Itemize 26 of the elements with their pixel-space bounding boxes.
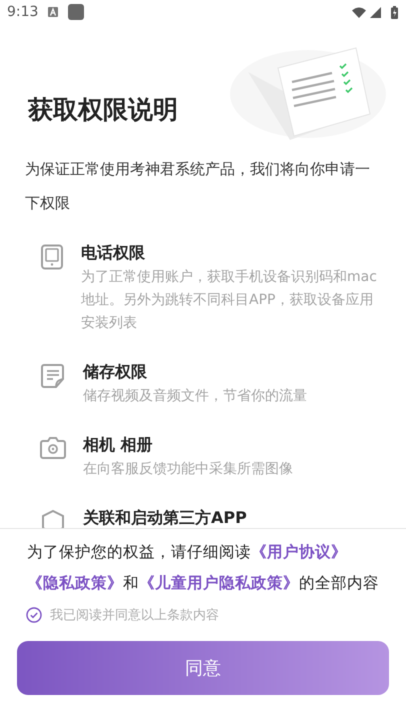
permission-title: 关联和启动第三方APP (83, 507, 247, 528)
signal-icon (370, 6, 381, 18)
keyboard-a-icon (48, 7, 58, 17)
link[interactable]: 《儿童用户隐私政策》 (139, 574, 299, 592)
tablet-icon (40, 244, 64, 270)
permission-title: 相机 相册 (83, 434, 154, 456)
checkbox[interactable] (26, 607, 42, 623)
agree-button[interactable]: 同意 (17, 641, 389, 695)
cube-icon (40, 509, 66, 528)
permission-title: 电话权限 (81, 242, 146, 264)
wifi-icon (352, 6, 366, 18)
page-title: 获取权限说明 (28, 94, 178, 126)
intro-text: 为保证正常使用考神君系统产品，我们将向你申请一下权限 (25, 159, 371, 214)
status-time: 9:13 (7, 4, 38, 20)
link[interactable]: 《隐私政策》 (27, 574, 123, 592)
consent-label: 我已阅读并同意以上条款内容 (50, 607, 219, 624)
app-square-icon (68, 4, 84, 20)
permission-description: 为了正常使用账户，获取手机设备识别码和mac地址。另外为跳转不同科目APP，获取设备应用安装列表 (81, 268, 378, 333)
link[interactable]: 《用户协议》 (251, 543, 347, 561)
permission-title: 储存权限 (83, 361, 148, 383)
permission-description: 储存视频及音频文件，节省你的流量 (83, 387, 307, 406)
agreement-text: 为了保护您的权益，请仔细阅读《用户协议》 《隐私政策》和《儿童用户隐私政策》的全部内容 (27, 542, 380, 594)
note-icon (40, 363, 66, 389)
permission-description: 在向客服反馈功能中采集所需图像 (83, 460, 293, 479)
battery-icon (391, 6, 398, 18)
camera-icon (40, 436, 66, 460)
